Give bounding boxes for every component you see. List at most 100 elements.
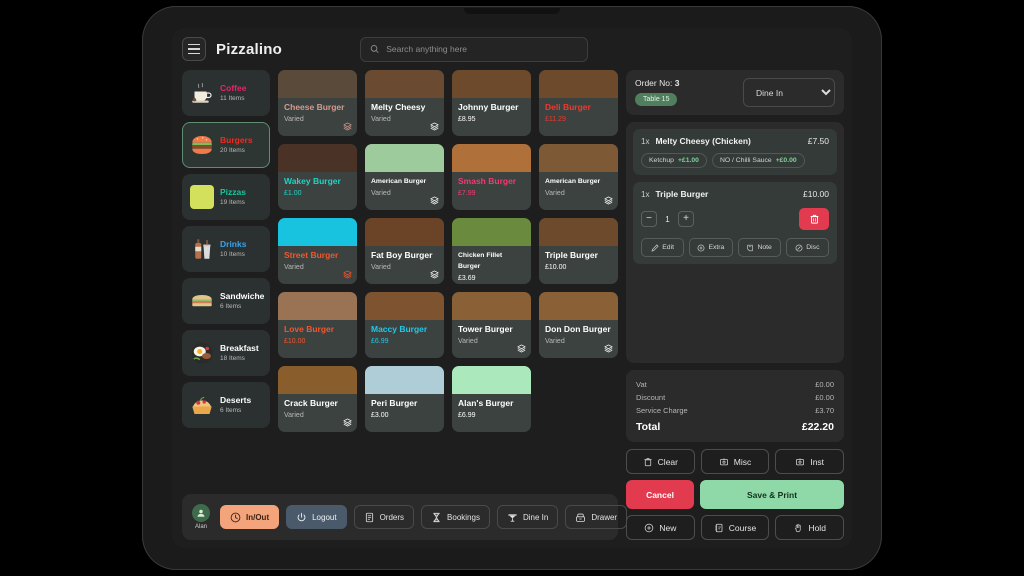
product-thumbnail — [365, 144, 444, 172]
pencil-icon — [651, 244, 659, 252]
cake-icon — [190, 393, 214, 417]
category-item-pizzas[interactable]: Pizzas 19 Items — [182, 174, 270, 220]
category-item-burgers[interactable]: Burgers 20 Items — [182, 122, 270, 168]
product-price: £10.00 — [545, 263, 612, 272]
orders-button[interactable]: Orders — [354, 505, 414, 529]
category-count: 11 Items — [220, 94, 246, 104]
product-card[interactable]: Chicken Fillet Burger £3.69 — [452, 218, 531, 284]
product-thumbnail — [278, 366, 357, 394]
clear-button[interactable]: Clear — [626, 449, 695, 474]
hourglass-icon — [431, 512, 442, 523]
grand-total-row: Total £22.20 — [636, 421, 834, 434]
product-grid: Cheese Burger Varied Melty Cheesy Varied… — [278, 70, 618, 486]
order-item-selected[interactable]: 1x Triple Burger £10.00 − 1 + — [633, 182, 837, 264]
bottom-toolbar: Alan In/Out Logout — [182, 494, 618, 540]
product-card[interactable]: Melty Cheesy Varied — [365, 70, 444, 136]
category-item-breakfast[interactable]: Breakfast 18 Items — [182, 330, 270, 376]
product-card[interactable]: Triple Burger £10.00 — [539, 218, 618, 284]
inst-button[interactable]: Inst — [775, 449, 844, 474]
new-order-button[interactable]: New — [626, 515, 695, 540]
product-card[interactable]: Don Don Burger Varied — [539, 292, 618, 358]
product-card[interactable]: Johnny Burger £8.95 — [452, 70, 531, 136]
order-type-select[interactable]: Dine InTake AwayDelivery — [743, 78, 835, 107]
product-card[interactable]: Smash Burger £7.99 — [452, 144, 531, 210]
product-card[interactable]: Alan's Burger £6.99 — [452, 366, 531, 432]
modifier-chip[interactable]: NO / Chilli Sauce +£0.00 — [712, 153, 805, 168]
note-item-button[interactable]: Note — [738, 238, 781, 257]
modifier-price: +£1.00 — [678, 157, 699, 164]
product-card[interactable]: Peri Burger £3.00 — [365, 366, 444, 432]
service-charge-value: £3.70 — [815, 404, 834, 417]
quantity-decrease-button[interactable]: − — [641, 211, 657, 227]
product-card[interactable]: Love Burger £10.00 — [278, 292, 357, 358]
delete-item-button[interactable] — [799, 208, 829, 230]
category-count: 20 Items — [220, 146, 253, 156]
category-label: Breakfast — [220, 343, 259, 354]
search-bar[interactable] — [360, 37, 588, 62]
product-thumbnail — [278, 144, 357, 172]
product-thumbnail — [539, 218, 618, 246]
product-name: Melty Cheesy — [371, 102, 438, 113]
product-card[interactable]: Deli Burger £11.29 — [539, 70, 618, 136]
dinein-button[interactable]: Dine In — [497, 505, 558, 529]
edit-item-button[interactable]: Edit — [641, 238, 684, 257]
product-card[interactable]: Cheese Burger Varied — [278, 70, 357, 136]
product-name: Johnny Burger — [458, 102, 525, 113]
misc-button[interactable]: Misc — [701, 449, 770, 474]
product-price: Varied — [371, 263, 438, 272]
order-item[interactable]: 1x Melty Cheesy (Chicken) £7.50 Ketchup … — [633, 129, 837, 175]
save-and-print-button[interactable]: Save & Print — [700, 480, 844, 509]
product-card[interactable]: Fat Boy Burger Varied — [365, 218, 444, 284]
modifier-chip[interactable]: Ketchup +£1.00 — [641, 153, 707, 168]
product-thumbnail — [278, 218, 357, 246]
top-bar: Pizzalino — [172, 28, 852, 70]
product-card[interactable]: American Burger Varied — [365, 144, 444, 210]
drawer-button[interactable]: Drawer — [565, 505, 627, 529]
course-button[interactable]: Course — [701, 515, 770, 540]
product-price: £8.95 — [458, 115, 525, 124]
product-card[interactable]: Wakey Burger £1.00 — [278, 144, 357, 210]
category-item-coffee[interactable]: Coffee 11 Items — [182, 70, 270, 116]
product-thumbnail — [365, 366, 444, 394]
product-name: Deli Burger — [545, 102, 612, 113]
product-info: Don Don Burger Varied — [539, 320, 618, 358]
search-input[interactable] — [386, 44, 578, 54]
product-card[interactable]: Crack Burger Varied — [278, 366, 357, 432]
inout-button[interactable]: In/Out — [220, 505, 279, 529]
product-card[interactable]: American Burger Varied — [539, 144, 618, 210]
product-price: Varied — [284, 263, 351, 272]
product-card[interactable]: Street Burger Varied — [278, 218, 357, 284]
product-info: Street Burger Varied — [278, 246, 357, 284]
product-card[interactable]: Tower Burger Varied — [452, 292, 531, 358]
logout-button[interactable]: Logout — [286, 505, 346, 529]
order-items-list: 1x Melty Cheesy (Chicken) £7.50 Ketchup … — [626, 122, 844, 363]
product-card[interactable]: Maccy Burger £6.99 — [365, 292, 444, 358]
action-row-3: New Course — [626, 515, 844, 540]
product-thumbnail — [278, 292, 357, 320]
product-name: Fat Boy Burger — [371, 250, 438, 261]
inst-icon — [795, 457, 805, 467]
product-name: Maccy Burger — [371, 324, 438, 335]
product-info: Deli Burger £11.29 — [539, 98, 618, 136]
category-item-sandwiche[interactable]: Sandwiche 6 Items — [182, 278, 270, 324]
product-thumbnail — [452, 70, 531, 98]
product-thumbnail — [452, 144, 531, 172]
order-item-name: Melty Cheesy (Chicken) — [655, 136, 801, 146]
category-item-deserts[interactable]: Deserts 6 Items — [182, 382, 270, 428]
user-chip[interactable]: Alan — [192, 504, 210, 530]
stack-icon — [430, 196, 439, 205]
hamburger-menu-icon[interactable] — [182, 37, 206, 61]
front-camera-notch — [464, 8, 560, 14]
product-info: Maccy Burger £6.99 — [365, 320, 444, 358]
discount-value: £0.00 — [815, 391, 834, 404]
discount-item-button[interactable]: Disc — [786, 238, 829, 257]
product-info: Triple Burger £10.00 — [539, 246, 618, 284]
bookings-button[interactable]: Bookings — [421, 505, 490, 529]
extra-item-button[interactable]: Extra — [689, 238, 732, 257]
hold-button[interactable]: Hold — [775, 515, 844, 540]
product-price: Varied — [545, 189, 612, 198]
category-count: 10 Items — [220, 250, 246, 260]
quantity-increase-button[interactable]: + — [678, 211, 694, 227]
cancel-button[interactable]: Cancel — [626, 480, 694, 509]
category-item-drinks[interactable]: Drinks 10 Items — [182, 226, 270, 272]
